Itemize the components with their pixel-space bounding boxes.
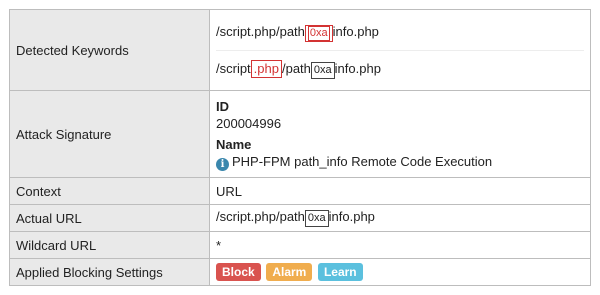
keyword-2-highlight: .php [250,59,282,78]
detected-keywords-value: /script.php/path 0xa info.php /script .php /… [209,9,591,91]
attack-signature-value: ID 200004996 Name i PHP-FPM path_info Rem… [209,90,591,178]
row-detected-keywords: Detected Keywords /script.php/path 0xa inf… [9,9,591,91]
signature-id-title: ID [216,99,229,114]
row-wildcard-url: Wildcard URL * [9,231,591,259]
info-icon[interactable]: i [216,158,229,171]
row-context: Context URL [9,177,591,205]
context-label: Context [9,177,210,205]
actual-url-suffix: info.php [328,209,375,224]
blocking-settings-label: Applied Blocking Settings [9,258,210,286]
signature-name-title: Name [216,137,252,152]
actual-url-prefix: /script.php/path [216,209,305,224]
signature-block: ID 200004996 Name i PHP-FPM path_info Rem… [216,95,584,173]
actual-url-label: Actual URL [9,204,210,232]
keyword-line-1: /script.php/path 0xa info.php [216,14,584,50]
keyword-1-prefix: /script.php/path [216,23,305,39]
detected-keywords-label: Detected Keywords [9,9,210,91]
keyword-2-prefix: /script [216,60,251,76]
attack-signature-label: Attack Signature [9,90,210,178]
keyword-2-box: 0xa [310,61,335,79]
signature-name-row: i PHP-FPM path_info Remote Code Execution [216,153,584,171]
actual-url-box: 0xa [304,210,329,227]
learn-badge[interactable]: Learn [317,263,363,281]
row-blocking-settings: Applied Blocking Settings Block Alarm Le… [9,258,591,286]
row-actual-url: Actual URL /script.php/path 0xa info.php [9,204,591,232]
keyword-1-highlight-text: 0xa [307,25,330,41]
signature-id-value: 200004996 [216,116,282,131]
keyword-2-suffix: info.php [334,60,381,76]
alarm-badge[interactable]: Alarm [266,263,313,281]
keyword-1-suffix: info.php [332,23,379,39]
actual-url-value: /script.php/path 0xa info.php [209,204,591,232]
keyword-line-2: /script .php/path 0xa info.php [216,49,584,87]
block-badge[interactable]: Block [216,263,261,281]
context-value: URL [209,177,591,205]
row-attack-signature: Attack Signature ID 200004996 Name i PHP-… [9,90,591,178]
violation-details-table: Detected Keywords /script.php/path 0xa inf… [9,9,591,286]
blocking-settings-value: Block Alarm Learn [209,258,591,286]
keyword-1-highlight: 0xa [304,24,333,42]
wildcard-url-label: Wildcard URL [9,231,210,259]
signature-name-value: PHP-FPM path_info Remote Code Execution [232,154,493,169]
keyword-2-middle: /path [281,60,311,76]
wildcard-url-value: * [209,231,591,259]
